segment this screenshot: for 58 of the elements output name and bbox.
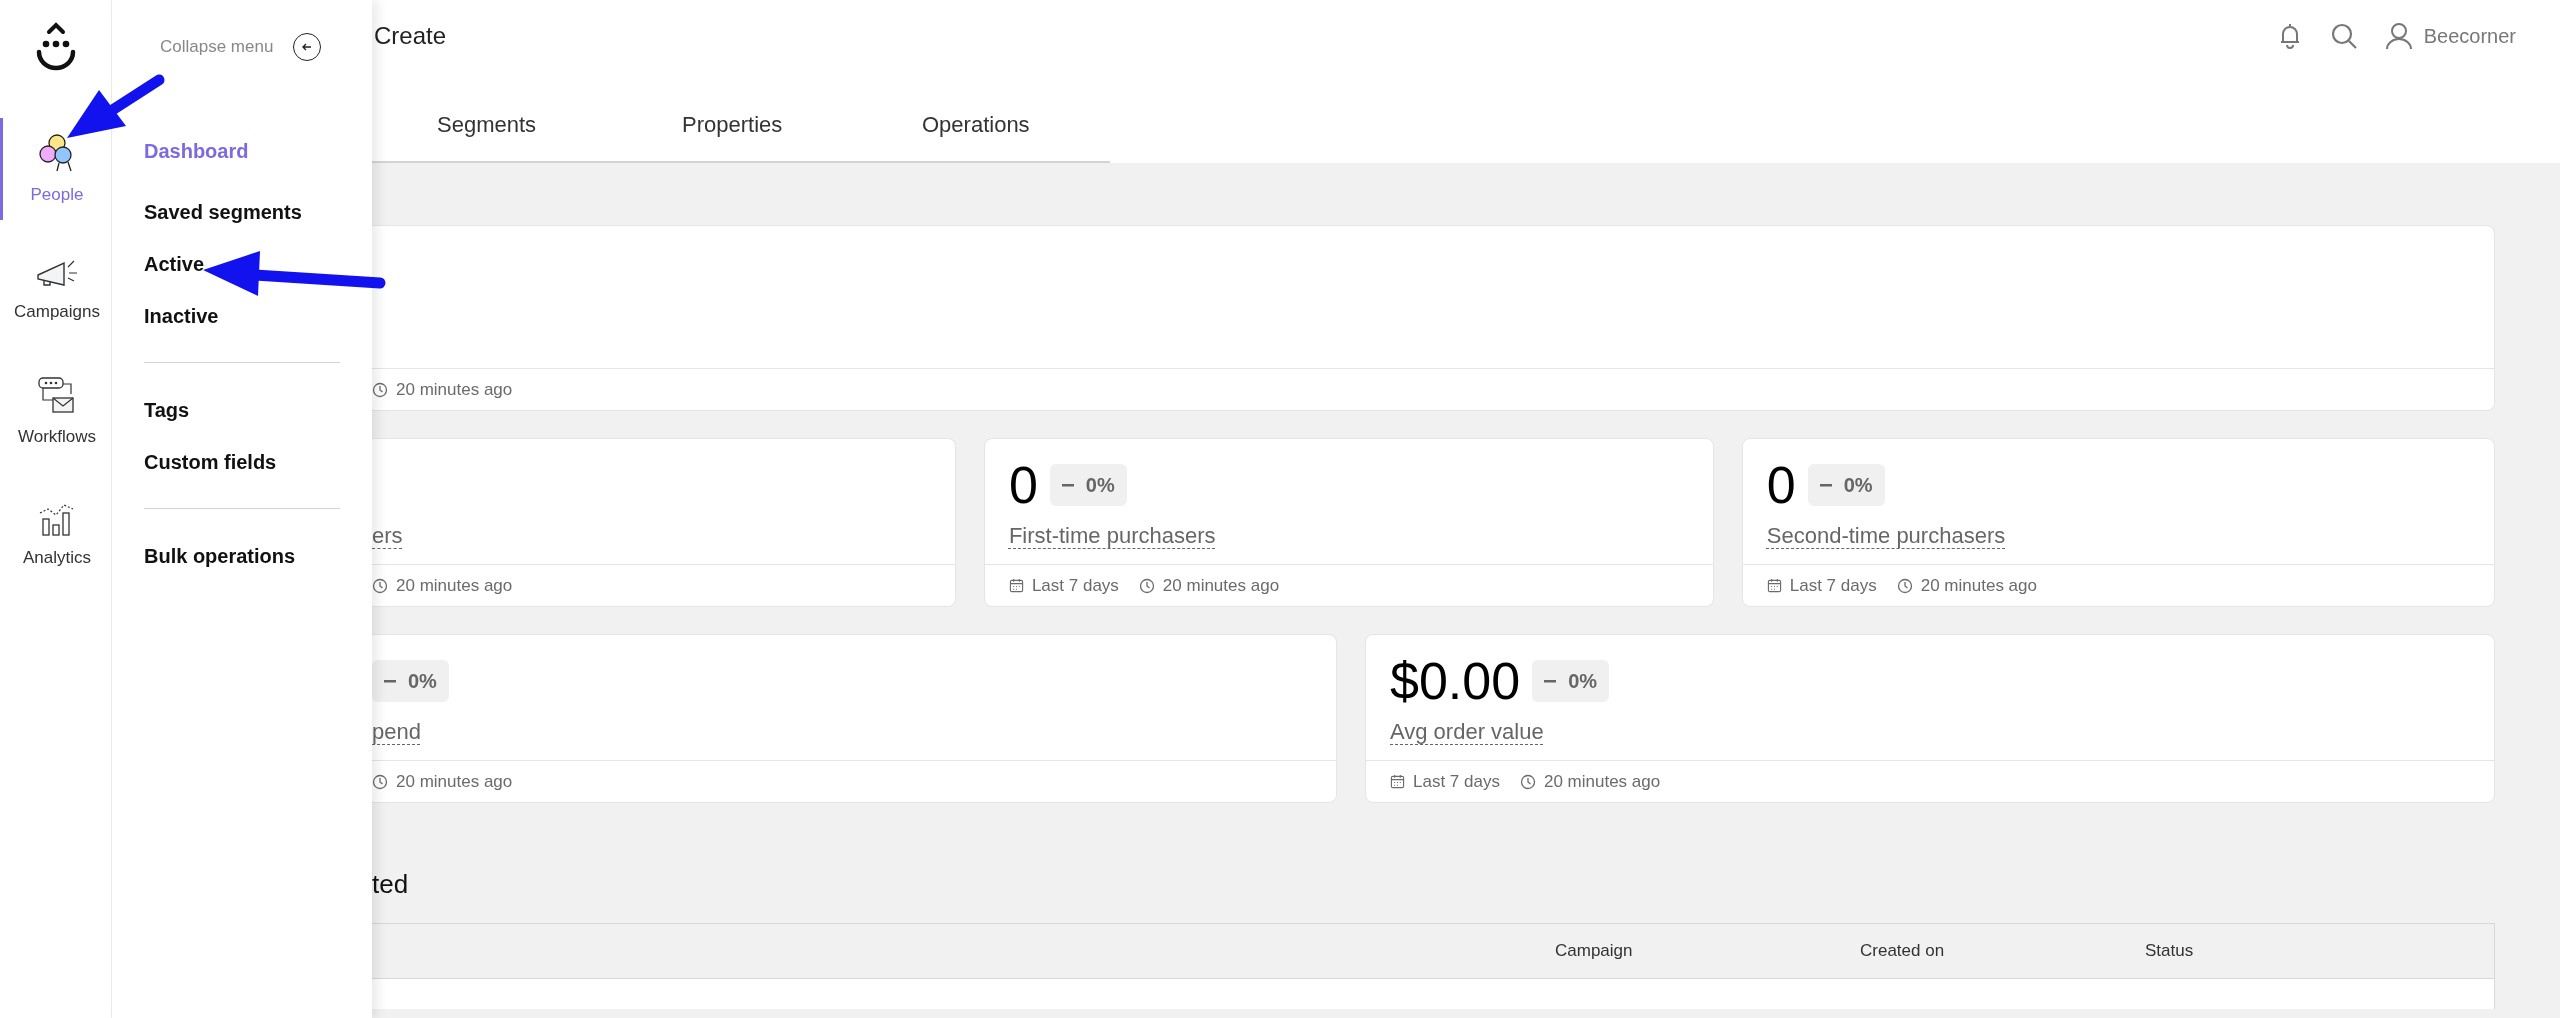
- metric-value: $0.00: [1390, 655, 1521, 707]
- tab[interactable]: Segments: [372, 91, 682, 163]
- section-heading: ted: [372, 868, 410, 901]
- dash-icon: [1544, 679, 1557, 683]
- user-name[interactable]: Beecorner: [2423, 21, 2516, 51]
- change-badge: 0%: [1532, 660, 1610, 702]
- metric-value: 0: [1766, 459, 1796, 511]
- dash-icon: [1819, 483, 1832, 487]
- user-icon[interactable]: [2385, 22, 2412, 50]
- period-text: Last 7 days: [1413, 770, 1500, 793]
- period-text: Last 7 days: [1789, 574, 1877, 597]
- period-text: Last 7 days: [1031, 574, 1119, 597]
- updated-text: 20 minutes ago: [1920, 574, 2037, 597]
- collapse-menu-label: Collapse menu: [160, 36, 274, 59]
- clock-icon: [1896, 577, 1913, 594]
- page-title: Create: [374, 21, 447, 51]
- menu-item[interactable]: Saved segments: [144, 186, 340, 238]
- clock-icon: [1519, 773, 1536, 790]
- calendar-icon: [1766, 578, 1782, 593]
- dash-icon: [384, 679, 396, 683]
- updated-text: 20 minutes ago: [396, 770, 513, 793]
- updated-text: 20 minutes ago: [1162, 574, 1280, 597]
- search-icon[interactable]: [2329, 22, 2358, 50]
- dash-icon: [1061, 483, 1074, 487]
- rail-item[interactable]: Analytics: [0, 484, 111, 586]
- metric-label[interactable]: First-time purchasers: [1008, 519, 1216, 552]
- menu-item[interactable]: Active: [144, 238, 340, 290]
- tab[interactable]: Properties: [682, 91, 922, 163]
- menu-item[interactable]: Bulk operations: [144, 530, 340, 582]
- clock-icon: [1138, 577, 1155, 594]
- metric-label[interactable]: pend: [372, 715, 421, 748]
- updated-text: 20 minutes ago: [396, 574, 513, 597]
- clock-icon: [372, 773, 388, 790]
- menu-item[interactable]: Tags: [144, 384, 340, 436]
- column-header: Campaign: [1555, 940, 1634, 963]
- calendar-icon: [1008, 578, 1024, 593]
- menu-item[interactable]: Inactive: [144, 290, 340, 342]
- change-badge: 0%: [1807, 464, 1885, 506]
- metric-label[interactable]: ers: [372, 519, 403, 552]
- rail-item[interactable]: Workflows: [0, 362, 111, 464]
- menu-item[interactable]: Custom fields: [144, 436, 340, 488]
- menu-item[interactable]: Dashboard: [144, 125, 340, 177]
- metric-label[interactable]: Second-time purchasers: [1766, 519, 2006, 552]
- metric-value: 0: [1008, 459, 1038, 511]
- tab[interactable]: Operations: [922, 91, 1110, 163]
- rail-item[interactable]: Campaigns: [0, 240, 111, 342]
- change-badge: 0%: [372, 660, 449, 702]
- clock-icon: [372, 577, 388, 594]
- smiley-logo-icon: [34, 22, 77, 72]
- calendar-icon: [1390, 774, 1405, 789]
- metric-label[interactable]: Avg order value: [1390, 715, 1544, 748]
- clock-icon: [372, 381, 388, 398]
- updated-text: 20 minutes ago: [396, 378, 513, 401]
- column-header: Created on: [1860, 940, 1946, 963]
- change-badge: 0%: [1049, 464, 1127, 506]
- back-arrow-icon: [301, 41, 314, 53]
- updated-text: 20 minutes ago: [1543, 770, 1661, 793]
- column-header: Status: [2145, 940, 2194, 963]
